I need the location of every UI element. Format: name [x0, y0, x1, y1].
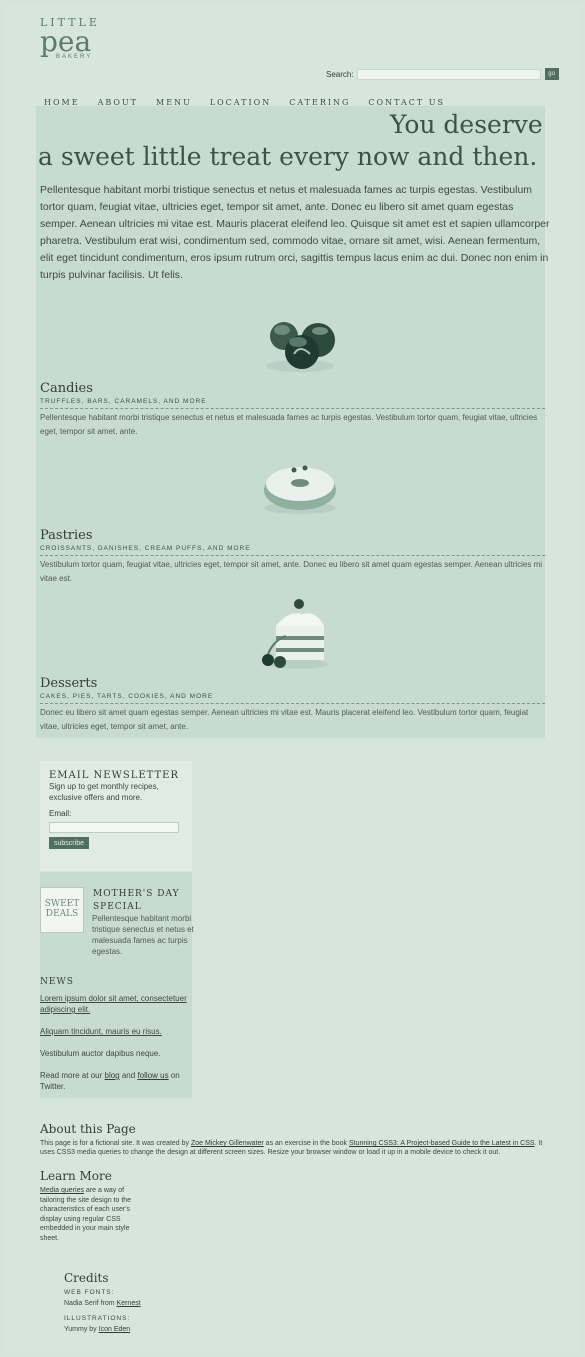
icon-eden-link[interactable]: Icon Eden [99, 1326, 131, 1333]
web-fonts-label: WEB FONTS: [64, 1289, 115, 1296]
follow-us-link[interactable]: follow us [137, 1071, 168, 1080]
category-subtitle-candies: TRUFFLES, BARS, CARAMELS, AND MORE [40, 398, 207, 405]
category-subtitle-desserts: CAKES, PIES, TARTS, COOKIES, AND MORE [40, 693, 214, 700]
kernest-link[interactable]: Kernest [117, 1300, 141, 1307]
category-text-pastries: Vestibulum tortor quam, feugiat vitae, u… [40, 560, 543, 583]
web-fonts-prefix: Nadia Serif from [64, 1300, 115, 1307]
email-label: Email: [49, 809, 72, 818]
credits-heading: Credits [64, 1271, 109, 1285]
special-text: Pellentesque habitant morbi tristique se… [92, 914, 194, 956]
learn-text: Media queries are a way of tailoring the… [40, 1186, 138, 1243]
learn-heading: Learn More [40, 1169, 112, 1183]
about-text: This page is for a fictional site. It wa… [40, 1139, 555, 1157]
book-link[interactable]: Stunning CSS3: A Project-based Guide to … [349, 1140, 535, 1147]
category-text-candies: Pellentesque habitant morbi tristique se… [40, 413, 538, 436]
logo-line-3: BAKERY [56, 54, 93, 60]
bundt-cake-illustration [264, 465, 336, 514]
category-title-candies: Candies [40, 381, 93, 396]
readmore-prefix: Read more at our [40, 1071, 103, 1080]
logo-line-2: pea [40, 25, 92, 58]
learn-text-body: are a way of tailoring the site design t… [40, 1187, 132, 1242]
logo[interactable]: LITTLE pea BAKERY [40, 16, 100, 60]
illustrations-label: ILLUSTRATIONS: [64, 1315, 131, 1322]
illustrations-credit: Yummy by Icon Eden [64, 1326, 130, 1333]
intro-paragraph: Pellentesque habitant morbi tristique se… [40, 184, 550, 281]
blog-link[interactable]: blog [105, 1071, 120, 1080]
news-item-3: Vestibulum auctor dapibus neque. [40, 1049, 161, 1058]
about-text-mid: as an exercise in the book [265, 1140, 347, 1147]
news-readmore: Read more at our blog and follow us on T… [40, 1070, 190, 1092]
category-text-desserts: Donec eu libero sit amet quam egestas se… [40, 708, 529, 731]
web-fonts-credit: Nadia Serif from Kernest [64, 1300, 141, 1307]
readmore-and: and [121, 1071, 136, 1080]
newsletter-title: EMAIL NEWSLETTER [49, 770, 180, 781]
subscribe-button[interactable]: subscribe [49, 837, 89, 849]
category-title-desserts: Desserts [40, 676, 98, 691]
category-title-pastries: Pastries [40, 528, 93, 543]
search-input[interactable] [356, 68, 541, 80]
search-go-button[interactable]: go [544, 68, 559, 80]
newsletter-box: EMAIL NEWSLETTER Sign up to get monthly … [40, 761, 192, 871]
headline-part-1: You deserve [390, 110, 543, 139]
author-link[interactable]: Zoe Mickey Gillenwater [191, 1140, 264, 1147]
category-divider [40, 555, 545, 556]
chocolate-truffles-illustration [266, 322, 335, 372]
headline-part-2: a sweet little treat every now and then. [38, 142, 538, 171]
cake-slice-illustration [262, 599, 328, 669]
category-divider [40, 703, 545, 704]
news-heading: NEWS [40, 977, 74, 987]
special-title: MOTHER'S DAY SPECIAL [93, 889, 180, 912]
category-subtitle-pastries: CROISSANTS, DANISHES, CREAM PUFFS, AND M… [40, 545, 251, 552]
news-link-1[interactable]: Lorem ipsum dolor sit amet, consectetuer… [40, 993, 190, 1015]
about-text-prefix: This page is for a fictional site. It wa… [40, 1140, 190, 1147]
about-heading: About this Page [40, 1122, 136, 1136]
illustrations-prefix: Yummy by [64, 1326, 97, 1333]
news-link-2[interactable]: Aliquam tincidunt, mauris eu risus. [40, 1026, 190, 1037]
newsletter-text: Sign up to get monthly recipes, exclusiv… [49, 782, 159, 802]
email-field[interactable] [49, 822, 179, 833]
search-label: Search: [326, 69, 354, 79]
search-form: Search: go [326, 68, 559, 80]
media-queries-link[interactable]: Media queries [40, 1187, 84, 1194]
category-divider [40, 408, 545, 409]
